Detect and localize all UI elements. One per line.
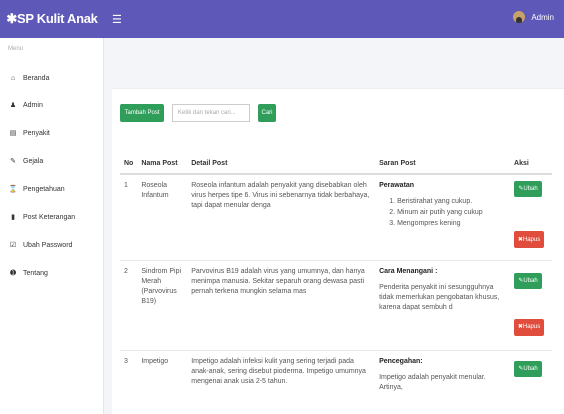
row-no: 2 <box>120 259 138 350</box>
row-aksi: ✎Ubah <box>510 349 552 410</box>
header-saran-post: Saran Post <box>375 154 511 175</box>
row-detail: Impetigo adalah infeksi kulit yang serin… <box>187 349 376 410</box>
delete-button[interactable]: ✖Hapus <box>514 231 545 248</box>
sidebar-item-tentang[interactable]: ➊ Tentang <box>8 267 48 279</box>
table-row: 1 Roseola Infantum Roseola infantum adal… <box>120 173 552 260</box>
row-aksi: ✎Ubah ✖Hapus <box>510 259 552 350</box>
user-menu[interactable]: Admin <box>513 11 554 23</box>
edit-button[interactable]: ✎Ubah <box>514 272 543 289</box>
delete-button[interactable]: ✖Hapus <box>514 318 545 336</box>
file-icon: ▮ <box>11 214 15 221</box>
bank-icon: ▤ <box>9 130 17 137</box>
add-post-button[interactable]: Tambah Post <box>120 104 164 122</box>
row-nama: Roseola Infantum <box>137 173 188 260</box>
search-input[interactable]: Ketik dan tekan cari... <box>172 104 250 122</box>
row-saran: Cara Menangani : Penderita penyakit ini … <box>375 259 511 350</box>
main-content: Tambah Post Ketik dan tekan cari... Cari… <box>104 38 564 414</box>
sidebar: Menu ⌂ Beranda ♟ Admin ▤ Penyakit ✎ Geja… <box>0 38 104 414</box>
edit-button[interactable]: ✎Ubah <box>514 360 543 377</box>
row-no: 1 <box>120 173 138 260</box>
row-nama: Impetigo <box>137 349 188 410</box>
hamburger-menu-icon[interactable]: ☰ <box>112 13 122 26</box>
row-detail: Parvovirus B19 adalah virus yang umumnya… <box>187 259 376 350</box>
sidebar-item-label: Penyakit <box>23 129 50 137</box>
saran-list-item: Minum air putih yang cukup <box>397 208 506 218</box>
saran-title: Perawatan <box>379 182 415 189</box>
header-nama-post: Nama Post <box>137 154 188 175</box>
table-row: 3 Impetigo Impetigo adalah infeksi kulit… <box>120 349 552 410</box>
sidebar-menu-label: Menu <box>8 46 24 52</box>
saran-text: Impetigo adalah penyakit menular. Artiny… <box>379 373 486 391</box>
header-no: No <box>120 154 138 175</box>
user-name: Admin <box>531 12 554 22</box>
sidebar-item-penyakit[interactable]: ▤ Penyakit <box>8 127 50 139</box>
sidebar-item-label: Admin <box>23 101 43 109</box>
row-no: 3 <box>120 349 138 410</box>
sidebar-item-admin[interactable]: ♟ Admin <box>8 99 43 111</box>
avatar <box>513 11 526 23</box>
brand-logo[interactable]: ✱SP Kulit Anak <box>0 0 104 38</box>
info-icon: ➊ <box>10 270 16 277</box>
top-navbar: ✱SP Kulit Anak ☰ Admin <box>0 0 564 38</box>
saran-list-item: Mengompres kening <box>397 219 506 229</box>
posts-table: No Nama Post Detail Post Saran Post Aksi… <box>120 154 552 410</box>
table-row: 2 Sindrom Pipi Merah (Parvovirus B19) Pa… <box>120 259 552 350</box>
sidebar-item-label: Ubah Password <box>23 241 73 249</box>
sidebar-item-label: Post Keterangan <box>23 213 76 221</box>
sidebar-item-label: Gejala <box>23 157 44 165</box>
saran-text: Penderita penyakit ini sesungguhnya tida… <box>379 283 500 311</box>
sidebar-item-pengetahuan[interactable]: ⌛ Pengetahuan <box>8 183 65 195</box>
hourglass-icon: ⌛ <box>8 186 18 193</box>
saran-list-item: Beristirahat yang cukup. <box>397 197 506 207</box>
saran-title: Cara Menangani : <box>379 267 438 275</box>
user-icon: ♟ <box>9 102 17 109</box>
sidebar-item-gejala[interactable]: ✎ Gejala <box>8 155 43 167</box>
sidebar-item-label: Pengetahuan <box>23 185 65 193</box>
search-button[interactable]: Cari <box>258 104 276 122</box>
edit-button[interactable]: ✎Ubah <box>514 181 543 197</box>
row-saran: Pencegahan: Impetigo adalah penyakit men… <box>375 349 511 410</box>
pencil-icon: ✎ <box>10 158 16 165</box>
header-aksi: Aksi <box>510 154 552 175</box>
home-icon: ⌂ <box>10 74 16 82</box>
sidebar-item-label: Tentang <box>23 269 48 277</box>
row-nama: Sindrom Pipi Merah (Parvovirus B19) <box>137 259 188 350</box>
row-detail: Roseola infantum adalah penyakit yang di… <box>187 173 376 260</box>
sidebar-item-label: Beranda <box>23 74 50 82</box>
sidebar-item-beranda[interactable]: ⌂ Beranda <box>8 72 50 84</box>
header-detail-post: Detail Post <box>187 154 376 175</box>
toolbar: Tambah Post Ketik dan tekan cari... Cari <box>120 104 276 122</box>
saran-list: Beristirahat yang cukup. Minum air putih… <box>379 197 506 229</box>
sidebar-item-ubah-password[interactable]: ☑ Ubah Password <box>8 239 73 251</box>
row-saran: Perawatan Beristirahat yang cukup. Minum… <box>375 173 511 260</box>
sidebar-item-post-keterangan[interactable]: ▮ Post Keterangan <box>8 211 75 223</box>
saran-title: Pencegahan: <box>379 357 423 365</box>
edit-icon: ☑ <box>9 242 17 249</box>
row-aksi: ✎Ubah ✖Hapus <box>510 173 552 260</box>
